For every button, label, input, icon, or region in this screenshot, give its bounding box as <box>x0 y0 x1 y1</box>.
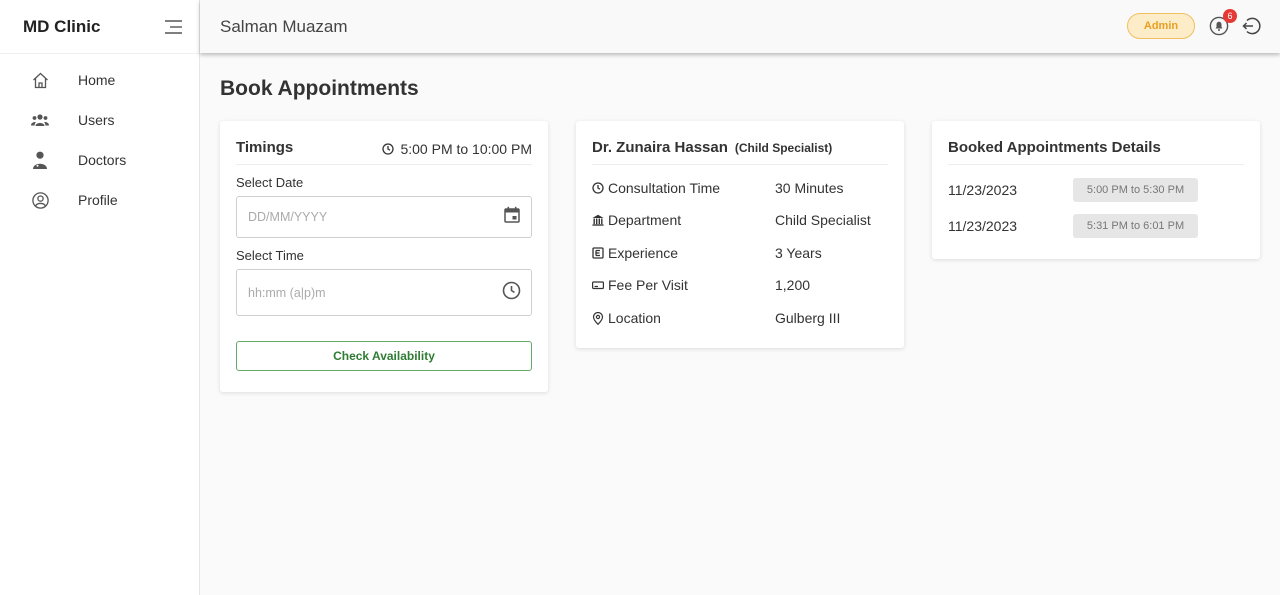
info-key-label: Location <box>608 310 661 326</box>
doctor-icon <box>31 151 49 169</box>
select-date-label: Select Date <box>236 175 304 190</box>
role-badge[interactable]: Admin <box>1127 13 1195 39</box>
doctor-card: Dr. Zunaira Hassan (Child Specialist) Co… <box>576 121 904 348</box>
booked-header: Booked Appointments Details <box>948 139 1244 165</box>
doctor-header: Dr. Zunaira Hassan (Child Specialist) <box>592 139 888 165</box>
brand-logo-text: MD Clinic <box>23 16 101 36</box>
sidebar-item-home[interactable]: Home <box>0 60 199 100</box>
info-row-experience: Experience 3 Years <box>592 243 888 263</box>
info-key-label: Consultation Time <box>608 180 721 196</box>
clock-icon <box>382 142 395 158</box>
clock-picker-icon[interactable] <box>502 281 521 305</box>
info-key: Location <box>592 310 775 326</box>
timings-card: Timings 5:00 PM to 10:00 PM Select Date … <box>220 121 548 392</box>
booked-appointments-card: Booked Appointments Details 11/23/2023 5… <box>932 121 1260 259</box>
notification-button[interactable]: 6 <box>1209 9 1237 36</box>
info-value: Child Specialist <box>775 212 871 228</box>
timings-title: Timings <box>236 139 294 156</box>
check-availability-button[interactable]: Check Availability <box>236 341 532 371</box>
date-field[interactable]: DD/MM/YYYY <box>236 196 532 238</box>
building-icon <box>592 214 605 226</box>
appointment-date: 11/23/2023 <box>948 218 1018 234</box>
info-value: 30 Minutes <box>775 180 844 196</box>
menu-toggle-icon[interactable] <box>162 16 184 38</box>
home-icon <box>31 71 49 89</box>
select-time-label: Select Time <box>236 248 304 263</box>
logout-icon[interactable] <box>1242 16 1262 36</box>
user-name: Salman Muazam <box>220 16 348 36</box>
info-key: Experience <box>592 245 775 261</box>
appointment-row: 11/23/2023 5:31 PM to 6:01 PM <box>948 214 1198 238</box>
topbar-actions: Admin 6 <box>1127 9 1262 39</box>
sidebar-item-profile[interactable]: Profile <box>0 180 199 220</box>
timings-header: Timings 5:00 PM to 10:00 PM <box>236 139 532 165</box>
doctor-specialty: (Child Specialist) <box>734 141 833 155</box>
location-pin-icon <box>592 311 605 325</box>
timing-range-text: 5:00 PM to 10:00 PM <box>400 141 532 157</box>
sidebar: MD Clinic Home Users Doctors Profile <box>0 0 200 595</box>
doctor-name: Dr. Zunaira Hassan <box>592 139 728 156</box>
info-row-fee: Fee Per Visit 1,200 <box>592 275 888 295</box>
clock-icon <box>592 182 605 194</box>
info-key-label: Experience <box>608 245 679 261</box>
info-value: Gulberg III <box>775 310 841 326</box>
info-value: 3 Years <box>775 245 822 261</box>
brand-row: MD Clinic <box>0 0 199 54</box>
date-placeholder: DD/MM/YYYY <box>248 210 328 224</box>
info-row-department: Department Child Specialist <box>592 210 888 230</box>
sidebar-item-label: Profile <box>78 192 118 208</box>
time-placeholder: hh:mm (a|p)m <box>248 285 326 300</box>
appointment-date: 11/23/2023 <box>948 182 1018 198</box>
info-value: 1,200 <box>775 277 811 293</box>
sidebar-nav: Home Users Doctors Profile <box>0 54 199 220</box>
appointment-slot-chip: 5:00 PM to 5:30 PM <box>1073 178 1198 202</box>
info-key-label: Fee Per Visit <box>608 277 688 293</box>
top-bar: Salman Muazam Admin 6 <box>200 0 1280 53</box>
sidebar-item-label: Users <box>78 112 115 128</box>
users-icon <box>31 111 49 129</box>
info-key: Fee Per Visit <box>592 277 775 293</box>
calendar-icon[interactable] <box>503 206 521 229</box>
profile-icon <box>31 191 49 209</box>
info-row-consultation-time: Consultation Time 30 Minutes <box>592 178 888 198</box>
info-key: Department <box>592 212 775 228</box>
experience-icon <box>592 247 605 259</box>
appointment-slot-chip: 5:31 PM to 6:01 PM <box>1073 214 1198 238</box>
notification-count-badge: 6 <box>1223 9 1237 23</box>
info-row-location: Location Gulberg III <box>592 308 888 328</box>
appointment-row: 11/23/2023 5:00 PM to 5:30 PM <box>948 178 1198 202</box>
time-field[interactable]: hh:mm (a|p)m <box>236 269 532 316</box>
timing-range: 5:00 PM to 10:00 PM <box>382 139 532 164</box>
info-key-label: Department <box>608 212 682 228</box>
page-title: Book Appointments <box>220 77 419 100</box>
sidebar-item-doctors[interactable]: Doctors <box>0 140 199 180</box>
cash-icon <box>592 279 605 291</box>
sidebar-item-label: Doctors <box>78 152 127 168</box>
sidebar-item-users[interactable]: Users <box>0 100 199 140</box>
info-key: Consultation Time <box>592 180 775 196</box>
sidebar-item-label: Home <box>78 72 116 88</box>
booked-title: Booked Appointments Details <box>948 139 1161 156</box>
